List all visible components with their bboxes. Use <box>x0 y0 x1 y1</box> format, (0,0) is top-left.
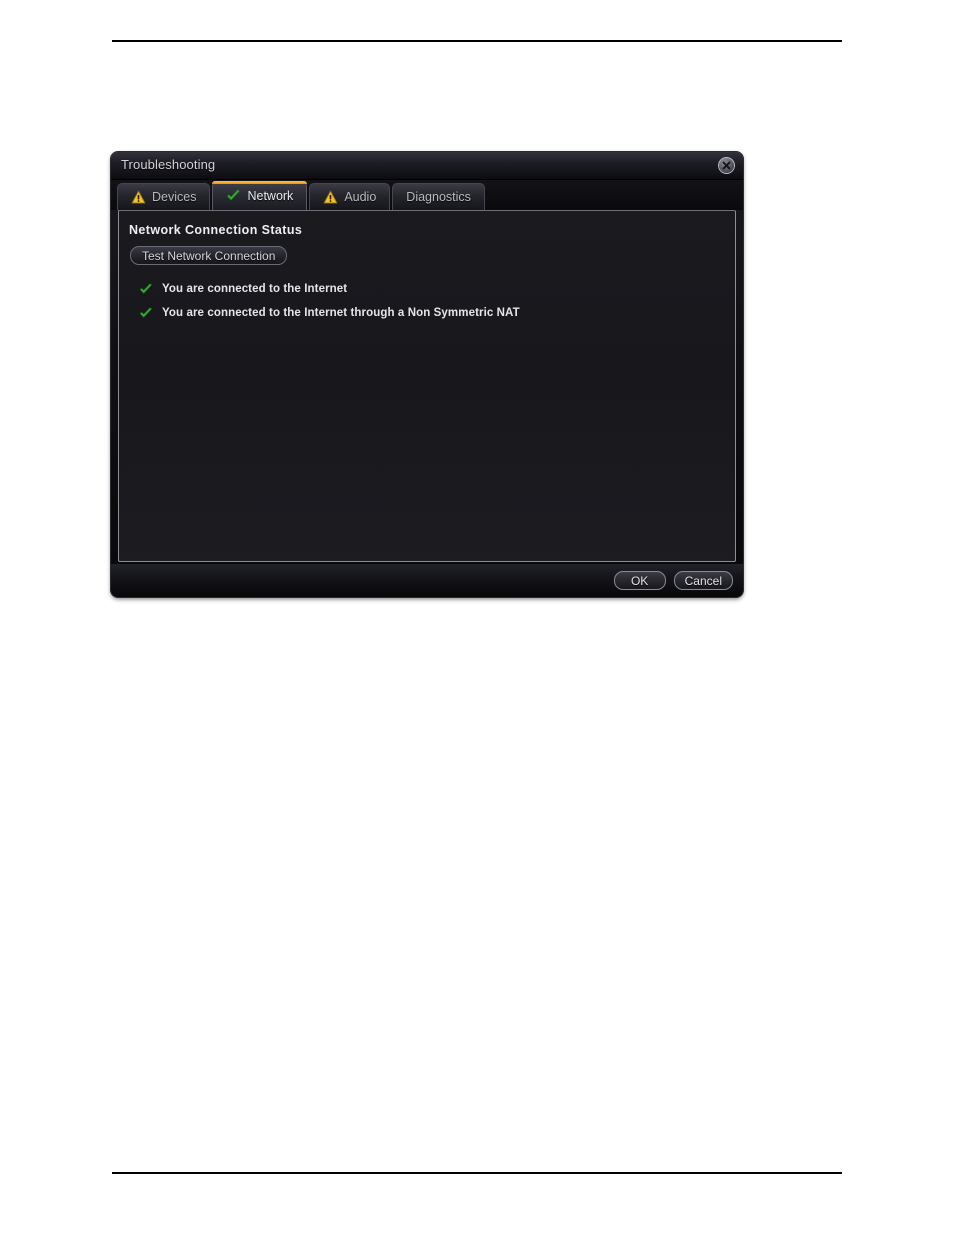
green-check-icon <box>140 283 152 294</box>
ok-button-label: OK <box>630 573 649 588</box>
status-row: You are connected to the Internet <box>139 277 725 301</box>
ok-button[interactable]: OK <box>613 571 666 590</box>
tab-diagnostics-label: Diagnostics <box>406 190 471 204</box>
green-check-icon <box>227 189 241 201</box>
page-header-rule <box>112 40 842 42</box>
tab-strip: Devices Network Audio Diagnostics <box>111 180 743 210</box>
test-network-connection-label: Test Network Connection <box>142 248 276 263</box>
close-icon[interactable] <box>719 158 734 173</box>
tab-network[interactable]: Network <box>212 181 308 210</box>
section-title: Network Connection Status <box>129 223 303 237</box>
page-footer-rule <box>112 1172 842 1174</box>
dialog-title: Troubleshooting <box>121 157 216 172</box>
warning-triangle-icon <box>131 190 146 204</box>
tab-network-label: Network <box>247 189 294 203</box>
green-check-icon <box>140 307 152 318</box>
tab-devices[interactable]: Devices <box>117 183 211 210</box>
status-list: You are connected to the Internet You ar… <box>139 277 725 325</box>
tab-audio-label: Audio <box>344 190 377 204</box>
cancel-button[interactable]: Cancel <box>673 571 733 590</box>
troubleshooting-dialog: Troubleshooting Devices Network Audio Di… <box>111 152 743 597</box>
tab-devices-label: Devices <box>152 190 197 204</box>
tab-audio[interactable]: Audio <box>309 183 391 210</box>
status-text: You are connected to the Internet <box>162 283 348 295</box>
dialog-footer: OK Cancel <box>111 564 743 597</box>
warning-triangle-icon <box>323 190 338 204</box>
tab-diagnostics[interactable]: Diagnostics <box>392 183 485 210</box>
network-panel: Network Connection Status Test Network C… <box>118 210 736 562</box>
test-network-connection-button[interactable]: Test Network Connection <box>130 246 288 265</box>
status-row: You are connected to the Internet throug… <box>139 301 725 325</box>
cancel-button-label: Cancel <box>684 573 722 588</box>
status-text: You are connected to the Internet throug… <box>162 307 520 319</box>
dialog-titlebar: Troubleshooting <box>111 152 743 180</box>
